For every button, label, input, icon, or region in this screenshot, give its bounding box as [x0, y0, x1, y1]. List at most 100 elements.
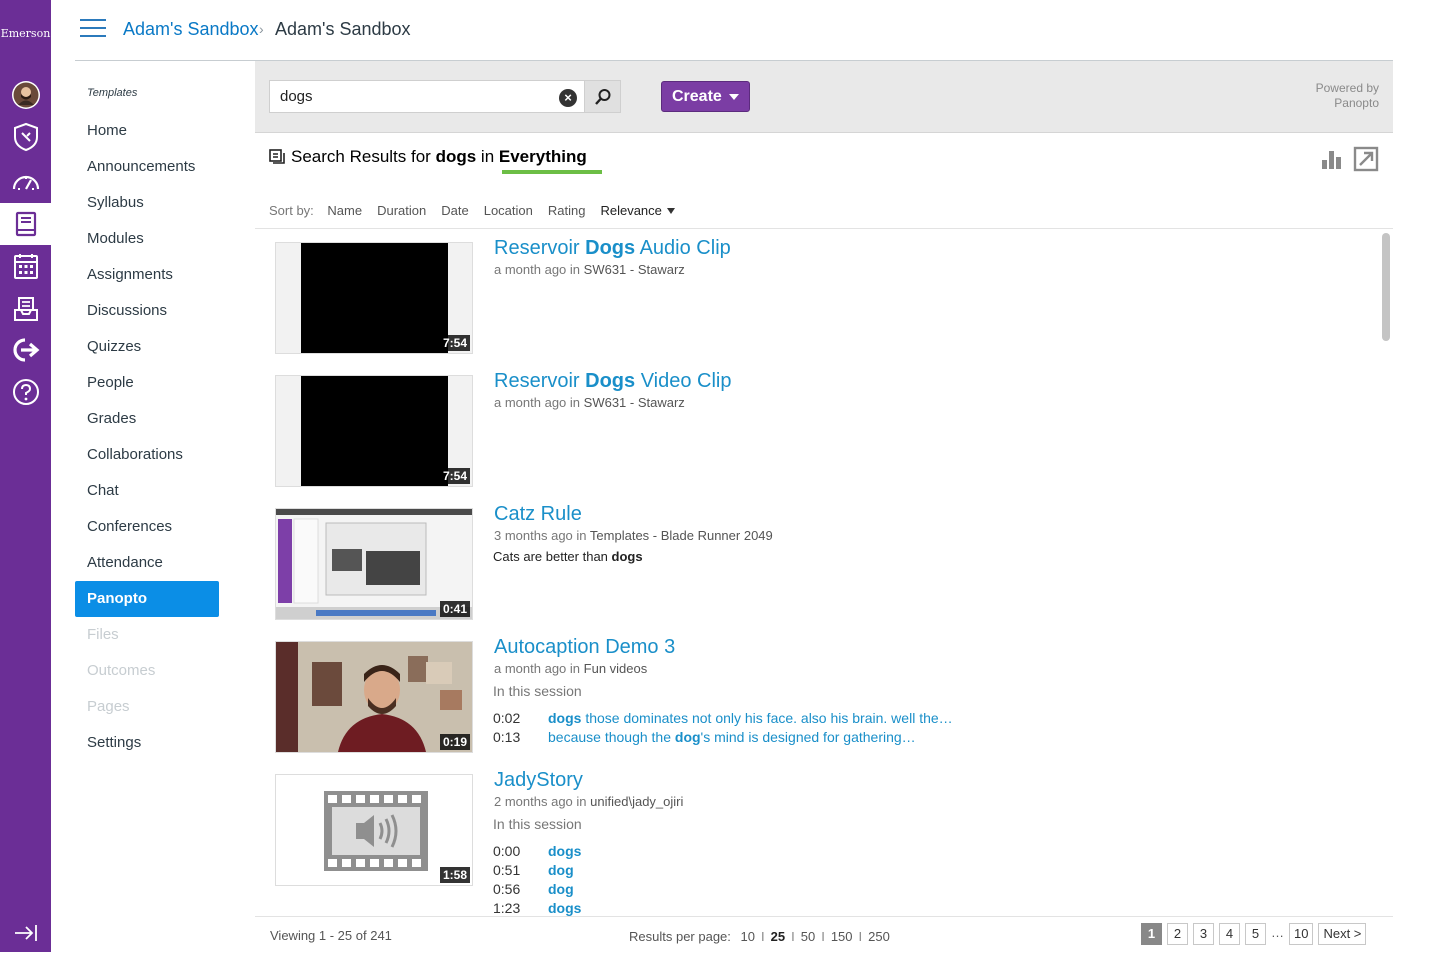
result-age: 2 months ago	[494, 794, 573, 809]
page-button-last[interactable]: 10	[1289, 923, 1314, 945]
sort-option-name[interactable]: Name	[327, 203, 362, 218]
result-title-link[interactable]: Reservoir Dogs Video Clip	[494, 370, 732, 393]
result-thumbnail[interactable]: 1:58	[275, 774, 473, 886]
result-thumbnail[interactable]: 7:54	[275, 375, 473, 487]
create-button[interactable]: Create	[661, 81, 750, 112]
search-result[interactable]: 0:41 Catz Rule 3 months ago in Templates -…	[255, 495, 1379, 628]
hit-text-link[interactable]: dogs	[548, 843, 581, 859]
page-button-2[interactable]: 2	[1167, 923, 1188, 945]
course-nav-chat[interactable]: Chat	[75, 473, 219, 509]
sort-selected-relevance[interactable]: Relevance	[600, 203, 689, 218]
session-hit[interactable]: 0:02 dogs those dominates not only his fa…	[493, 710, 1093, 726]
result-folder-link[interactable]: SW631 - Stawarz	[584, 262, 685, 277]
results-scrollbar[interactable]	[1379, 228, 1393, 916]
hit-timestamp: 0:51	[493, 862, 521, 878]
popout-icon[interactable]	[1353, 146, 1379, 172]
search-result[interactable]: 1:58 JadyStory 2 months ago in unified\jad…	[255, 761, 1379, 916]
search-button[interactable]	[585, 80, 621, 113]
course-nav-panopto[interactable]: Panopto	[75, 581, 219, 617]
course-nav-collaborations[interactable]: Collaborations	[75, 437, 219, 473]
result-folder-link[interactable]: Templates - Blade Runner 2049	[590, 528, 773, 543]
search-input[interactable]	[280, 88, 540, 105]
page-button-5[interactable]: 5	[1245, 923, 1266, 945]
account-avatar[interactable]	[0, 74, 51, 116]
institution-logo[interactable]: Emerson	[0, 27, 51, 40]
sort-option-location[interactable]: Location	[484, 203, 533, 218]
hamburger-menu-icon[interactable]	[80, 19, 106, 41]
powered-by-panopto[interactable]: Powered by Panopto	[1316, 81, 1379, 111]
results-heading: Search Results for dogs in Everything	[269, 147, 587, 167]
rpp-option-150[interactable]: 150	[831, 929, 853, 944]
sort-option-duration[interactable]: Duration	[377, 203, 426, 218]
hit-text-link[interactable]: dogs those dominates not only his face. …	[548, 710, 953, 726]
hit-timestamp: 0:00	[493, 843, 521, 859]
powered-by-line-2: Panopto	[1334, 96, 1379, 110]
search-result[interactable]: 7:54 Reservoir Dogs Video Clip a month ago…	[255, 362, 1379, 495]
hit-text-link[interactable]: dogs	[548, 900, 581, 916]
collapse-nav-button[interactable]	[0, 912, 51, 954]
help-nav[interactable]	[0, 371, 51, 413]
course-nav-attendance[interactable]: Attendance	[75, 545, 219, 581]
inbox-nav[interactable]	[0, 288, 51, 330]
courses-nav[interactable]	[0, 203, 51, 245]
hit-text-link[interactable]: dog	[548, 862, 574, 878]
session-hit[interactable]: 1:23 dogs	[493, 900, 1093, 916]
breadcrumb-course-link[interactable]: Adam's Sandbox	[123, 19, 259, 40]
course-nav-announcements[interactable]: Announcements	[75, 149, 219, 185]
page-button-4[interactable]: 4	[1219, 923, 1240, 945]
next-page-button[interactable]: Next >	[1318, 923, 1367, 945]
rpp-option-25[interactable]: 25	[771, 929, 785, 944]
result-title-text: Autocaption Demo 3	[494, 636, 676, 658]
result-folder-link[interactable]: unified\jady_ojiri	[590, 794, 683, 809]
hit-text-link[interactable]: dog	[548, 881, 574, 897]
commons-nav[interactable]	[0, 329, 51, 371]
panopto-toolbar: × Create Powered by Panopto	[255, 61, 1393, 133]
page-button-1[interactable]: 1	[1141, 923, 1162, 945]
session-hit[interactable]: 0:00 dogs	[493, 843, 1093, 859]
course-nav-quizzes[interactable]: Quizzes	[75, 329, 219, 365]
results-per-page: Results per page: 10 I 25 I 50 I 150 I 250	[629, 929, 896, 944]
search-result[interactable]: 0:19 Autocaption Demo 3 a month ago in Fun…	[255, 628, 1379, 761]
result-thumbnail[interactable]: 0:41	[275, 508, 473, 620]
search-result[interactable]: 7:54 Reservoir Dogs Audio Clip a month ago…	[255, 229, 1379, 362]
admin-nav[interactable]	[0, 116, 51, 158]
course-nav-assignments[interactable]: Assignments	[75, 257, 219, 293]
session-hit[interactable]: 0:51 dog	[493, 862, 1093, 878]
stats-icon[interactable]	[1321, 148, 1343, 170]
course-nav-modules[interactable]: Modules	[75, 221, 219, 257]
hit-text-link[interactable]: because though the dog's mind is designe…	[548, 729, 916, 745]
results-list: 7:54 Reservoir Dogs Audio Clip a month ago…	[255, 228, 1379, 916]
result-folder-link[interactable]: SW631 - Stawarz	[584, 395, 685, 410]
hit-timestamp: 0:56	[493, 881, 521, 897]
result-title-link[interactable]: Catz Rule	[494, 503, 582, 526]
result-title-link[interactable]: Reservoir Dogs Audio Clip	[494, 237, 731, 260]
session-hit[interactable]: 0:56 dog	[493, 881, 1093, 897]
result-folder-link[interactable]: Fun videos	[584, 661, 648, 676]
course-nav-discussions[interactable]: Discussions	[75, 293, 219, 329]
course-nav-syllabus[interactable]: Syllabus	[75, 185, 219, 221]
rpp-option-250[interactable]: 250	[868, 929, 890, 944]
result-in: in	[569, 661, 581, 676]
course-nav-home[interactable]: Home	[75, 113, 219, 149]
result-thumbnail[interactable]: 7:54	[275, 242, 473, 354]
calendar-nav[interactable]	[0, 245, 51, 287]
rpp-option-10[interactable]: 10	[741, 929, 755, 944]
result-title-link[interactable]: JadyStory	[494, 769, 583, 792]
result-title-link[interactable]: Autocaption Demo 3	[494, 636, 675, 659]
course-nav-grades[interactable]: Grades	[75, 401, 219, 437]
clear-search-icon[interactable]: ×	[559, 89, 577, 107]
sort-option-rating[interactable]: Rating	[548, 203, 586, 218]
result-thumbnail[interactable]: 0:19	[275, 641, 473, 753]
result-title-highlight: Dogs	[585, 370, 636, 392]
scrollbar-thumb[interactable]	[1382, 233, 1390, 341]
results-scope[interactable]: Everything	[499, 147, 587, 166]
course-nav-people[interactable]: People	[75, 365, 219, 401]
page-button-3[interactable]: 3	[1193, 923, 1214, 945]
course-nav-conferences[interactable]: Conferences	[75, 509, 219, 545]
rpp-option-50[interactable]: 50	[801, 929, 815, 944]
sort-option-date[interactable]: Date	[441, 203, 468, 218]
course-nav-settings[interactable]: Settings	[75, 725, 219, 761]
dashboard-nav[interactable]	[0, 160, 51, 202]
session-hit[interactable]: 0:13 because though the dog's mind is des…	[493, 729, 1093, 745]
page-ellipsis: …	[1271, 925, 1284, 940]
